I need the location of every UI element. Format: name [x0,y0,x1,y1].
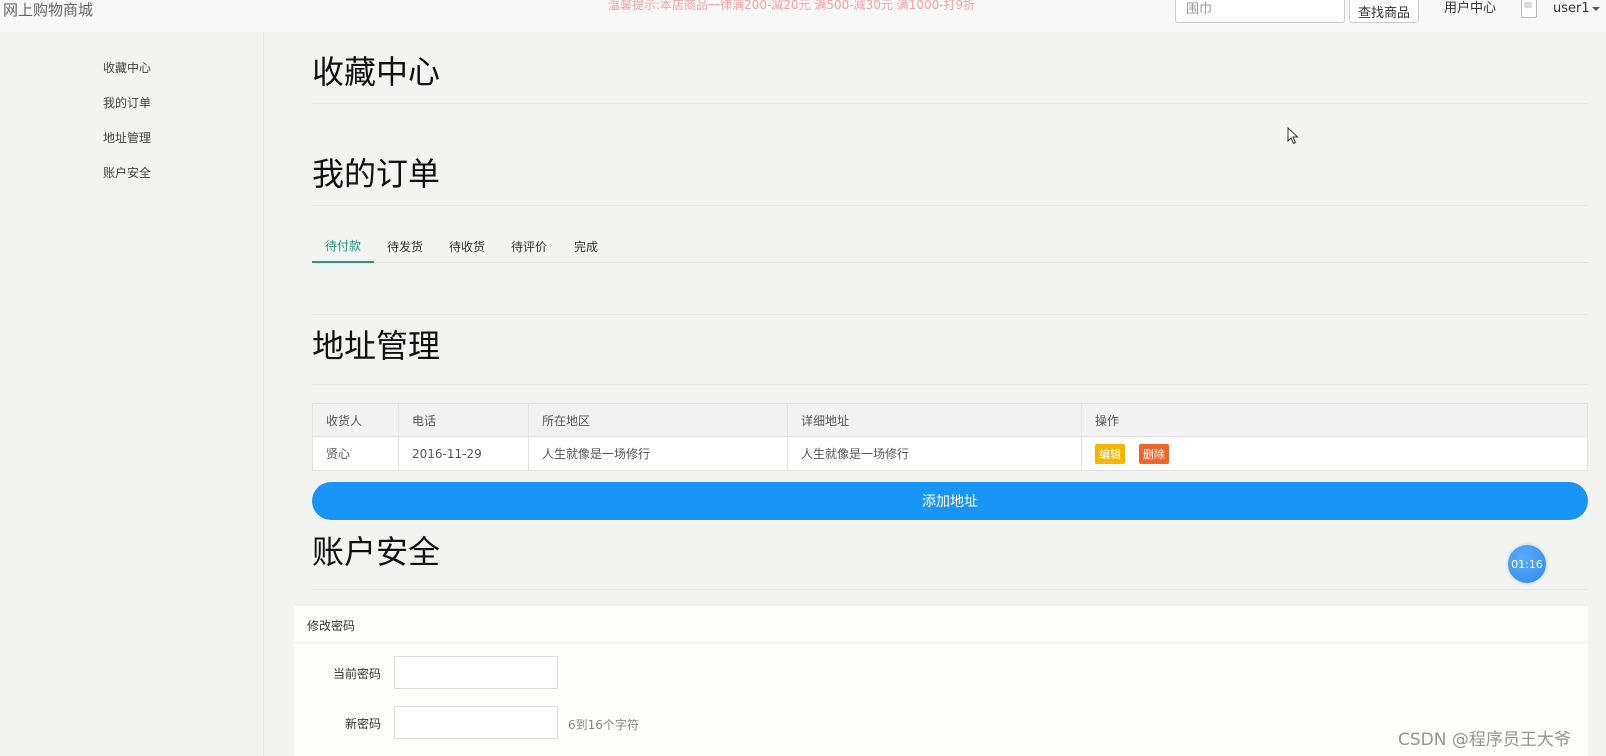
cell-actions: 编辑 删除 [1081,436,1588,471]
column-header: 收货人 [312,403,399,437]
table-header-row: 收货人 电话 所在地区 详细地址 操作 [312,403,1588,437]
timer-badge[interactable]: 01:16 [1508,545,1546,583]
search-button[interactable]: 查找商品 [1349,0,1419,23]
edit-button[interactable]: 编辑 [1095,443,1125,464]
sidebar-item-favorites[interactable]: 收藏中心 [103,59,151,76]
table-row: 贤心 2016-11-29 人生就像是一场修行 人生就像是一场修行 编辑 删除 [312,436,1588,471]
section-title-orders: 我的订单 [312,155,441,193]
column-header: 电话 [398,403,529,437]
delete-button[interactable]: 删除 [1138,443,1169,464]
top-navbar: 网上购物商城 温馨提示:本店商品一律满200-减20元 满500-减30元 满1… [0,0,1606,32]
watermark: CSDN @程序员王大爷 [1398,730,1571,750]
chevron-down-icon[interactable] [1592,7,1600,11]
divider [312,314,1588,315]
address-table: 收货人 电话 所在地区 详细地址 操作 贤心 2016-11-29 人生就像是一… [312,403,1588,471]
search-input[interactable] [1175,0,1345,23]
new-password-field[interactable] [394,706,558,739]
mouse-cursor-icon [1287,127,1299,145]
section-title-security: 账户安全 [312,533,441,571]
tab-pending-receipt[interactable]: 待收货 [436,229,498,263]
new-password-hint: 6到16个字符 [568,718,639,732]
section-title-favorites: 收藏中心 [312,53,441,91]
column-header: 所在地区 [528,403,788,437]
tab-completed[interactable]: 完成 [560,229,612,263]
sidebar-item-address[interactable]: 地址管理 [103,129,151,146]
avatar[interactable] [1521,0,1537,18]
cell-phone: 2016-11-29 [398,436,529,471]
sidebar-item-orders[interactable]: 我的订单 [103,94,151,111]
divider [312,205,1588,206]
new-password-label: 新密码 [344,717,381,731]
card-title: 修改密码 [307,619,356,633]
add-address-button[interactable]: 添加地址 [312,482,1588,520]
divider [294,642,1588,643]
current-password-label: 当前密码 [332,667,381,681]
cell-name: 贤心 [312,436,399,471]
divider [312,103,1588,104]
current-password-field[interactable] [394,656,558,689]
sidebar: 收藏中心 我的订单 地址管理 账户安全 [0,32,264,756]
tab-pending-review[interactable]: 待评价 [498,229,560,263]
site-brand[interactable]: 网上购物商城 [3,0,93,20]
column-header: 详细地址 [787,403,1082,437]
username-dropdown[interactable]: user1 [1553,0,1590,18]
divider [312,384,1588,385]
sidebar-item-security[interactable]: 账户安全 [103,164,151,181]
cell-detail: 人生就像是一场修行 [787,436,1082,471]
user-center-link[interactable]: 用户中心 [1444,0,1496,18]
tab-pending-payment[interactable]: 待付款 [312,229,374,263]
promo-notice: 温馨提示:本店商品一律满200-减20元 满500-减30元 满1000-打9折 [608,0,976,12]
divider [312,589,1588,590]
section-title-address: 地址管理 [312,327,441,365]
column-header: 操作 [1081,403,1588,437]
tab-pending-shipment[interactable]: 待发货 [374,229,436,263]
order-tabs: 待付款 待发货 待收货 待评价 完成 [312,229,1588,263]
cell-region: 人生就像是一场修行 [528,436,788,471]
change-password-card: 修改密码 当前密码 新密码 6到16个字符 [294,606,1588,756]
